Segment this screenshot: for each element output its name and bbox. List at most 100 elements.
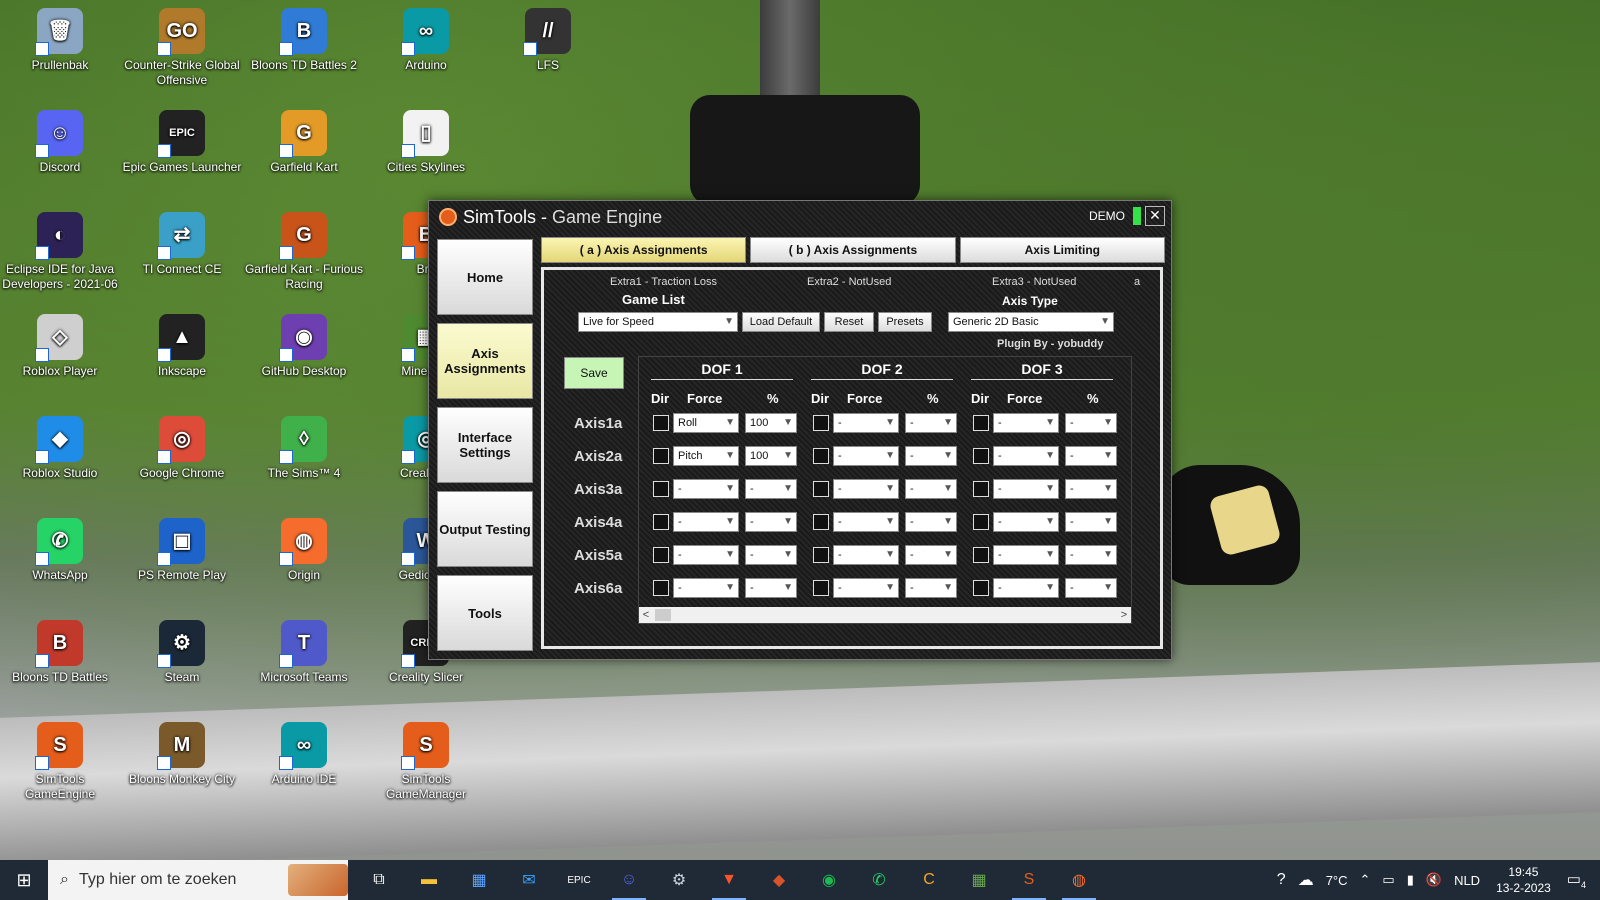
- direction-checkbox[interactable]: [653, 481, 669, 497]
- taskbar-app-minecraft[interactable]: ▦: [954, 860, 1004, 900]
- taskbar-app-epic-games[interactable]: EPIC: [554, 860, 604, 900]
- desktop-icon[interactable]: ◐ Eclipse IDE for Java Developers - 2021-…: [0, 206, 120, 292]
- desktop-icon[interactable]: ▯ Cities Skylines: [366, 104, 486, 175]
- force-select[interactable]: - ▼: [993, 479, 1059, 499]
- taskbar-app-task-view[interactable]: ⧉: [354, 860, 404, 900]
- force-select[interactable]: - ▼: [993, 512, 1059, 532]
- taskbar-app-discord[interactable]: ☺: [604, 860, 654, 900]
- force-select[interactable]: - ▼: [833, 413, 899, 433]
- direction-checkbox[interactable]: [813, 481, 829, 497]
- tab-axis-assignments-b[interactable]: ( b ) Axis Assignments: [750, 237, 956, 263]
- force-select[interactable]: - ▼: [833, 512, 899, 532]
- direction-checkbox[interactable]: [973, 547, 989, 563]
- force-select[interactable]: - ▼: [833, 479, 899, 499]
- desktop-icon[interactable]: ⚙ Steam: [122, 614, 242, 685]
- sidebar-tools[interactable]: Tools: [437, 575, 533, 651]
- game-list-select[interactable]: Live for Speed ▼: [578, 312, 738, 332]
- percent-select[interactable]: - ▼: [905, 446, 957, 466]
- weather-icon[interactable]: ☁: [1298, 870, 1314, 890]
- notification-icon[interactable]: ▭4: [1567, 870, 1586, 890]
- percent-select[interactable]: - ▼: [1065, 545, 1117, 565]
- direction-checkbox[interactable]: [973, 481, 989, 497]
- direction-checkbox[interactable]: [653, 547, 669, 563]
- taskbar-app-brave[interactable]: ▼: [704, 860, 754, 900]
- sidebar-home[interactable]: Home: [437, 239, 533, 315]
- reset-button[interactable]: Reset: [824, 312, 874, 332]
- desktop-icon[interactable]: ⇄ TI Connect CE: [122, 206, 242, 277]
- desktop-icon[interactable]: ◍ Origin: [244, 512, 364, 583]
- force-select[interactable]: - ▼: [833, 545, 899, 565]
- force-select[interactable]: - ▼: [993, 413, 1059, 433]
- percent-select[interactable]: - ▼: [905, 479, 957, 499]
- desktop-icon[interactable]: ▲ Inkscape: [122, 308, 242, 379]
- battery-icon[interactable]: ▮: [1407, 872, 1414, 888]
- force-select[interactable]: - ▼: [993, 578, 1059, 598]
- scroll-thumb[interactable]: [655, 609, 671, 621]
- desktop-icon[interactable]: ◆ Roblox Studio: [0, 410, 120, 481]
- taskbar-app-store[interactable]: ▦: [454, 860, 504, 900]
- percent-select[interactable]: - ▼: [905, 578, 957, 598]
- percent-select[interactable]: 100 ▼: [745, 413, 797, 433]
- taskbar-app-spotify[interactable]: ◉: [804, 860, 854, 900]
- sidebar-axis-assignments[interactable]: Axis Assignments: [437, 323, 533, 399]
- desktop-icon[interactable]: S SimTools GameEngine: [0, 716, 120, 802]
- clock[interactable]: 19:45 13-2-2023: [1496, 864, 1551, 896]
- desktop-icon[interactable]: ◇ Roblox Player: [0, 308, 120, 379]
- percent-select[interactable]: - ▼: [905, 512, 957, 532]
- taskbar-app-csgo[interactable]: ◆: [754, 860, 804, 900]
- tab-axis-limiting[interactable]: Axis Limiting: [959, 237, 1165, 263]
- percent-select[interactable]: - ▼: [1065, 446, 1117, 466]
- direction-checkbox[interactable]: [973, 415, 989, 431]
- percent-select[interactable]: - ▼: [1065, 512, 1117, 532]
- direction-checkbox[interactable]: [653, 580, 669, 596]
- tab-axis-assignments-a[interactable]: ( a ) Axis Assignments: [541, 237, 747, 263]
- percent-select[interactable]: - ▼: [1065, 413, 1117, 433]
- direction-checkbox[interactable]: [973, 514, 989, 530]
- taskbar-app-c-app[interactable]: C: [904, 860, 954, 900]
- desktop-icon[interactable]: 🗑 Prullenbak: [0, 2, 120, 73]
- force-select[interactable]: - ▼: [833, 578, 899, 598]
- direction-checkbox[interactable]: [813, 514, 829, 530]
- help-icon[interactable]: ?: [1277, 871, 1286, 889]
- desktop-icon[interactable]: ∞ Arduino IDE: [244, 716, 364, 787]
- axis-type-select[interactable]: Generic 2D Basic ▼: [948, 312, 1114, 332]
- title-bar[interactable]: SimTools - Game Engine: [429, 201, 1171, 233]
- load-default-button[interactable]: Load Default: [742, 312, 820, 332]
- network-icon[interactable]: ▭: [1382, 872, 1394, 888]
- volume-muted-icon[interactable]: 🔇: [1426, 872, 1442, 888]
- force-select[interactable]: - ▼: [993, 446, 1059, 466]
- direction-checkbox[interactable]: [813, 547, 829, 563]
- percent-select[interactable]: - ▼: [1065, 578, 1117, 598]
- desktop-icon[interactable]: G Garfield Kart - Furious Racing: [244, 206, 364, 292]
- taskbar-app-origin[interactable]: ◍: [1054, 860, 1104, 900]
- desktop-icon[interactable]: S SimTools GameManager: [366, 716, 486, 802]
- percent-select[interactable]: - ▼: [905, 545, 957, 565]
- desktop-icon[interactable]: GO Counter-Strike Global Offensive: [122, 2, 242, 88]
- percent-select[interactable]: - ▼: [745, 545, 797, 565]
- desktop-icon[interactable]: B Bloons TD Battles 2: [244, 2, 364, 73]
- direction-checkbox[interactable]: [973, 448, 989, 464]
- sidebar-interface-settings[interactable]: Interface Settings: [437, 407, 533, 483]
- desktop-icon[interactable]: // LFS: [488, 2, 608, 73]
- direction-checkbox[interactable]: [813, 580, 829, 596]
- desktop-icon[interactable]: ☺ Discord: [0, 104, 120, 175]
- scroll-right-icon[interactable]: >: [1117, 607, 1131, 623]
- percent-select[interactable]: - ▼: [745, 479, 797, 499]
- desktop-icon[interactable]: M Bloons Monkey City: [122, 716, 242, 787]
- sidebar-output-testing[interactable]: Output Testing: [437, 491, 533, 567]
- weather-temp[interactable]: 7°C: [1326, 873, 1348, 888]
- presets-button[interactable]: Presets: [878, 312, 932, 332]
- taskbar-app-file-explorer[interactable]: ▬: [404, 860, 454, 900]
- desktop-icon[interactable]: B Bloons TD Battles: [0, 614, 120, 685]
- scroll-left-icon[interactable]: <: [639, 607, 653, 623]
- desktop-icon[interactable]: ▣ PS Remote Play: [122, 512, 242, 583]
- force-select[interactable]: Pitch ▼: [673, 446, 739, 466]
- force-select[interactable]: - ▼: [673, 479, 739, 499]
- force-select[interactable]: - ▼: [833, 446, 899, 466]
- force-select[interactable]: - ▼: [673, 512, 739, 532]
- taskbar-search[interactable]: ⌕ Typ hier om te zoeken: [48, 860, 348, 900]
- force-select[interactable]: - ▼: [673, 545, 739, 565]
- desktop-icon[interactable]: G Garfield Kart: [244, 104, 364, 175]
- save-button[interactable]: Save: [564, 357, 624, 389]
- close-button[interactable]: ✕: [1145, 206, 1165, 226]
